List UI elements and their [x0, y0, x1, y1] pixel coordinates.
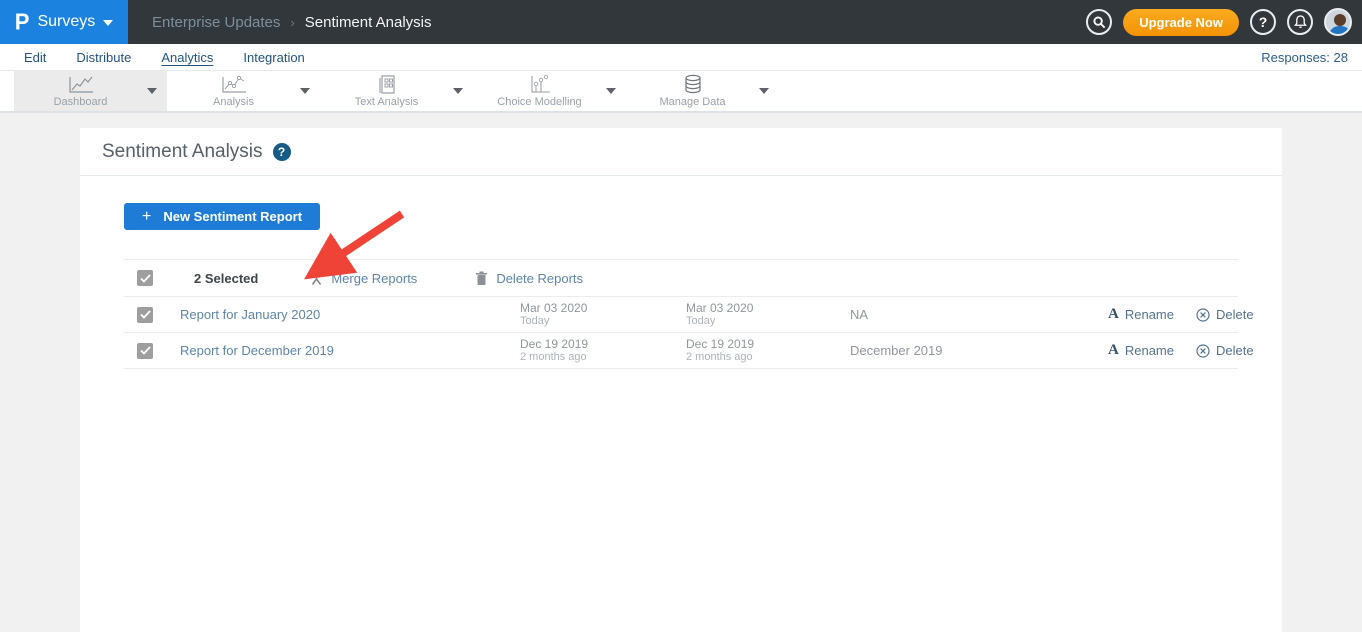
trash-icon — [475, 271, 488, 286]
tab-distribute[interactable]: Distribute — [70, 48, 137, 67]
report-name-link[interactable]: Report for December 2019 — [180, 343, 520, 358]
notifications-button[interactable] — [1287, 9, 1313, 35]
row-checkbox[interactable] — [137, 343, 153, 359]
toolbar-item-choice-modelling[interactable]: Choice Modelling — [473, 71, 626, 111]
text-document-icon — [376, 74, 398, 95]
rename-button[interactable]: A Rename — [1108, 342, 1174, 359]
avatar-body — [1329, 26, 1351, 36]
merge-icon — [310, 271, 323, 286]
chevron-down-icon[interactable] — [759, 88, 769, 94]
question-mark-icon: ? — [1259, 14, 1268, 30]
upgrade-now-button[interactable]: Upgrade Now — [1123, 9, 1239, 36]
chevron-down-icon[interactable] — [606, 88, 616, 94]
table-row: Report for January 2020 Mar 03 2020 Toda… — [124, 297, 1238, 333]
bell-icon — [1294, 15, 1307, 29]
sentiment-analysis-card: Sentiment Analysis ? + New Sentiment Rep… — [80, 128, 1282, 632]
chevron-down-icon[interactable] — [300, 88, 310, 94]
merge-reports-label: Merge Reports — [331, 271, 417, 286]
select-all-checkbox[interactable] — [137, 270, 153, 286]
table-row: Report for December 2019 Dec 19 2019 2 m… — [124, 333, 1238, 369]
reports-table: 2 Selected Merge Reports — [124, 259, 1238, 369]
selection-toolbar-row: 2 Selected Merge Reports — [124, 259, 1238, 297]
scatter-chart-icon — [219, 75, 249, 95]
modified-date-cell: Mar 03 2020 Today — [686, 302, 850, 328]
search-icon — [1093, 16, 1106, 29]
created-date-cell: Mar 03 2020 Today — [520, 302, 686, 328]
responses-count: Responses: 28 — [1261, 50, 1348, 65]
toolbar-label: Analysis — [213, 96, 254, 108]
toolbar-label: Manage Data — [659, 96, 725, 108]
choice-chart-icon — [527, 74, 553, 95]
toolbar-item-dashboard[interactable]: Dashboard — [14, 71, 167, 111]
toolbar-item-text-analysis[interactable]: Text Analysis — [320, 71, 473, 111]
toolbar-label: Text Analysis — [355, 96, 419, 108]
tab-integration[interactable]: Integration — [237, 48, 310, 67]
checkmark-icon — [140, 310, 151, 319]
checkmark-icon — [140, 274, 151, 283]
user-avatar[interactable] — [1324, 8, 1352, 36]
checkmark-icon — [140, 346, 151, 355]
breadcrumb-current-page: Sentiment Analysis — [305, 14, 432, 31]
plus-icon: + — [142, 208, 151, 226]
analytics-toolbar: Dashboard Analysis — [0, 71, 1362, 113]
product-switcher[interactable]: P Surveys — [0, 0, 128, 44]
delete-reports-button[interactable]: Delete Reports — [475, 271, 583, 286]
modified-date-cell: Dec 19 2019 2 months ago — [686, 338, 850, 364]
page-title: Sentiment Analysis — [102, 141, 263, 163]
rename-letter-icon: A — [1108, 306, 1119, 323]
database-icon — [683, 74, 703, 95]
toolbar-item-analysis[interactable]: Analysis — [167, 71, 320, 111]
report-tag: December 2019 — [850, 343, 1108, 358]
toolbar-item-manage-data[interactable]: Manage Data — [626, 71, 779, 111]
survey-nav: Edit Distribute Analytics Integration Re… — [0, 44, 1362, 71]
toolbar-label: Choice Modelling — [497, 96, 581, 108]
search-button[interactable] — [1086, 9, 1112, 35]
toolbar-label: Dashboard — [54, 96, 108, 108]
breadcrumb: Enterprise Updates › Sentiment Analysis — [152, 14, 431, 31]
tab-analytics[interactable]: Analytics — [155, 48, 219, 67]
header-actions: Upgrade Now ? — [1086, 0, 1352, 44]
report-tag: NA — [850, 307, 1108, 322]
product-name: Surveys — [37, 13, 95, 31]
breadcrumb-survey-name[interactable]: Enterprise Updates — [152, 14, 280, 31]
avatar-head — [1334, 14, 1346, 26]
new-sentiment-report-button[interactable]: + New Sentiment Report — [124, 203, 320, 230]
circle-x-icon — [1196, 308, 1210, 322]
chevron-down-icon[interactable] — [453, 88, 463, 94]
line-chart-icon — [66, 75, 96, 95]
merge-reports-button[interactable]: Merge Reports — [310, 271, 417, 286]
chevron-down-icon[interactable] — [147, 88, 157, 94]
card-title-row: Sentiment Analysis ? — [80, 128, 1282, 176]
page-background: Sentiment Analysis ? + New Sentiment Rep… — [0, 113, 1362, 632]
help-button[interactable]: ? — [1250, 9, 1276, 35]
rename-button[interactable]: A Rename — [1108, 306, 1174, 323]
new-report-label: New Sentiment Report — [163, 209, 302, 224]
delete-reports-label: Delete Reports — [496, 271, 583, 286]
delete-button[interactable]: Delete — [1196, 343, 1254, 358]
delete-button[interactable]: Delete — [1196, 307, 1254, 322]
circle-x-icon — [1196, 344, 1210, 358]
proprofs-logo-icon: P — [15, 8, 30, 35]
tab-edit[interactable]: Edit — [18, 48, 52, 67]
title-help-icon[interactable]: ? — [273, 143, 291, 161]
breadcrumb-separator-icon: › — [290, 15, 294, 30]
rename-letter-icon: A — [1108, 342, 1119, 359]
created-date-cell: Dec 19 2019 2 months ago — [520, 338, 686, 364]
top-header: P Surveys Enterprise Updates › Sentiment… — [0, 0, 1362, 44]
selected-count: 2 Selected — [194, 271, 258, 286]
report-name-link[interactable]: Report for January 2020 — [180, 307, 520, 322]
row-checkbox[interactable] — [137, 307, 153, 323]
chevron-down-icon — [103, 20, 113, 26]
